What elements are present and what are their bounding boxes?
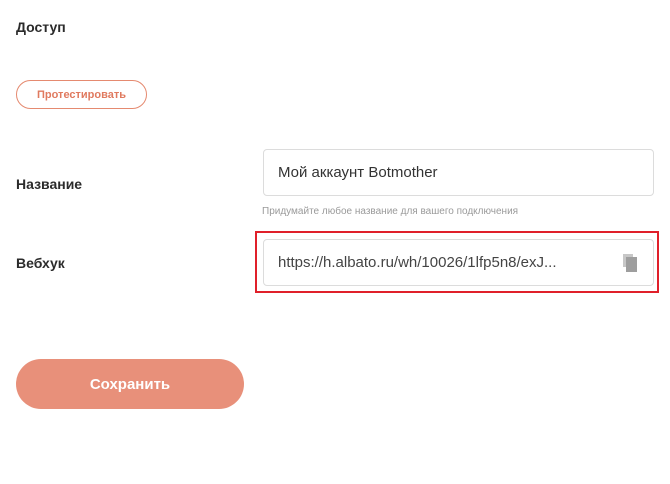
webhook-label: Вебхук <box>16 255 65 271</box>
test-button[interactable]: Протестировать <box>16 80 147 109</box>
webhook-url[interactable]: https://h.albato.ru/wh/10026/1lfp5n8/exJ… <box>278 254 611 271</box>
access-title: Доступ <box>16 19 66 35</box>
name-input[interactable] <box>278 164 639 181</box>
name-label: Название <box>16 176 83 192</box>
save-button[interactable]: Сохранить <box>16 359 244 409</box>
name-hint: Придумайте любое название для вашего под… <box>262 206 519 217</box>
name-field[interactable] <box>263 149 654 196</box>
webhook-field[interactable]: https://h.albato.ru/wh/10026/1lfp5n8/exJ… <box>263 239 654 286</box>
copy-icon[interactable] <box>621 253 639 273</box>
